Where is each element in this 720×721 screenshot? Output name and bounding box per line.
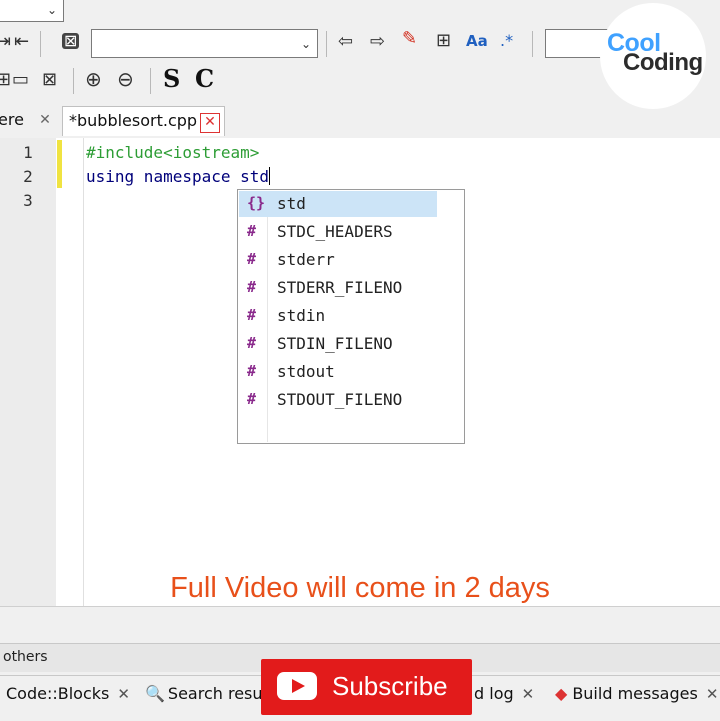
macro-icon: # [247,362,257,380]
tab-previous-label: ere [0,110,24,129]
macro-icon: # [247,390,257,408]
line-number: 1 [23,143,33,162]
toolbar-separator [73,68,74,94]
keyword-using: using [86,167,135,186]
macro-icon: # [247,222,257,240]
macro-icon: # [247,334,257,352]
tab-active-label: *bubblesort.cpp [69,111,198,130]
autocomplete-item-label: STDERR_FILENO [277,278,403,297]
s-icon[interactable]: S [163,67,180,91]
autocomplete-item-label: stderr [277,250,335,269]
close-icon[interactable]: ✕ [117,685,130,703]
close-icon[interactable]: ✕ [522,685,535,703]
toolbar-separator [150,68,151,94]
close-icon[interactable]: ✕ [36,112,54,130]
fold-margin [83,138,84,606]
zoom-in-icon[interactable]: ⊕ [85,69,102,89]
code-line-2-rest: namespace std [134,167,270,186]
macro-icon: # [247,250,257,268]
target-combo[interactable]: ⌄ [0,0,64,22]
autocomplete-item-label: STDOUT_FILENO [277,390,403,409]
build-icon: ◆ [555,684,568,703]
tab-previous[interactable]: ere ✕ [0,106,58,136]
code-line-1: #include<iostream> [86,143,260,162]
search-combo[interactable]: ⌄ [91,29,318,58]
tab-build-log[interactable]: d log ✕ [474,684,534,703]
match-case-icon[interactable]: Aa [466,34,488,49]
line-number-gutter: 1 2 3 [0,138,56,606]
regex-icon[interactable]: .* [500,33,513,49]
close-icon[interactable]: ✕ [200,113,220,133]
autocomplete-item[interactable]: # STDIN_FILENO [239,331,437,357]
macro-icon: # [247,306,257,324]
prev-icon[interactable]: ⇦ [338,33,353,51]
channel-logo: Cool Coding [600,3,706,109]
autocomplete-item[interactable]: # stderr [239,247,437,273]
toolbar-separator [40,31,41,57]
next-icon[interactable]: ⇨ [370,33,385,51]
chevron-down-icon: ⌄ [46,3,57,17]
autocomplete-item[interactable]: {} std [239,191,437,217]
block-comment-icon[interactable]: ▭ [12,71,29,89]
line-number: 3 [23,191,33,210]
code-line-2: using namespace std [86,167,271,186]
zoom-out-icon[interactable]: ⊖ [117,69,134,89]
c-icon[interactable]: C [195,67,214,91]
close-icon[interactable]: ✕ [706,685,719,703]
toolbar-separator [326,31,327,57]
autocomplete-item[interactable]: # STDC_HEADERS [239,219,437,245]
horizontal-scrollbar[interactable] [0,606,720,635]
toolbar-separator [532,31,533,57]
subscribe-label: Subscribe [332,671,448,701]
autocomplete-item[interactable]: # stdout [239,359,437,385]
chevron-down-icon: ⌄ [300,36,311,51]
tab-label: Build messages [572,684,698,703]
macro-icon: # [247,278,257,296]
search-icon: 🔍 [145,684,165,703]
video-caption: Full Video will come in 2 days [170,572,550,604]
tab-bubblesort[interactable]: *bubblesort.cpp ✕ [62,106,225,136]
stop-icon[interactable]: ⊠ [62,33,80,49]
autocomplete-item-label: STDIN_FILENO [277,334,393,353]
uncomment-icon[interactable]: ⊠ [42,71,57,89]
jump-icon[interactable]: ⇥ [0,33,11,51]
change-marker [57,140,62,188]
autocomplete-item[interactable]: # STDOUT_FILENO [239,387,437,413]
youtube-play-icon [277,672,317,700]
tab-label: d log [474,684,514,703]
bookmark-icon[interactable]: ⊞ [436,32,451,50]
editor-tab-bar: ere ✕ *bubblesort.cpp ✕ [0,100,720,139]
tab-build-messages[interactable]: ◆ Build messages ✕ [555,684,718,703]
highlight-icon[interactable]: ✎ [402,30,417,48]
tab-codeblocks-log[interactable]: Code::Blocks ✕ [6,684,130,703]
text-cursor [269,167,271,185]
tab-label: Code::Blocks [6,684,110,703]
autocomplete-item[interactable]: # stdin [239,303,437,329]
autocomplete-item-label: stdin [277,306,326,325]
subscribe-button[interactable]: Subscribe [261,659,472,715]
tab-search-results[interactable]: 🔍 Search result [145,684,273,703]
toggle-icon[interactable]: ⊞ [0,71,11,89]
namespace-icon: {} [247,194,266,212]
autocomplete-item-label: std [277,194,306,213]
autocomplete-item[interactable]: # STDERR_FILENO [239,275,437,301]
tab-label: Search result [167,684,274,703]
line-number: 2 [23,167,33,186]
autocomplete-item-label: STDC_HEADERS [277,222,393,241]
jump-forward-icon[interactable]: ⇤ [14,33,29,51]
others-label: others [3,649,48,665]
autocomplete-item-label: stdout [277,362,335,381]
autocomplete-popup[interactable]: {} std # STDC_HEADERS # stderr # STDERR_… [237,189,465,444]
logo-text-line-2: Coding [623,49,703,76]
